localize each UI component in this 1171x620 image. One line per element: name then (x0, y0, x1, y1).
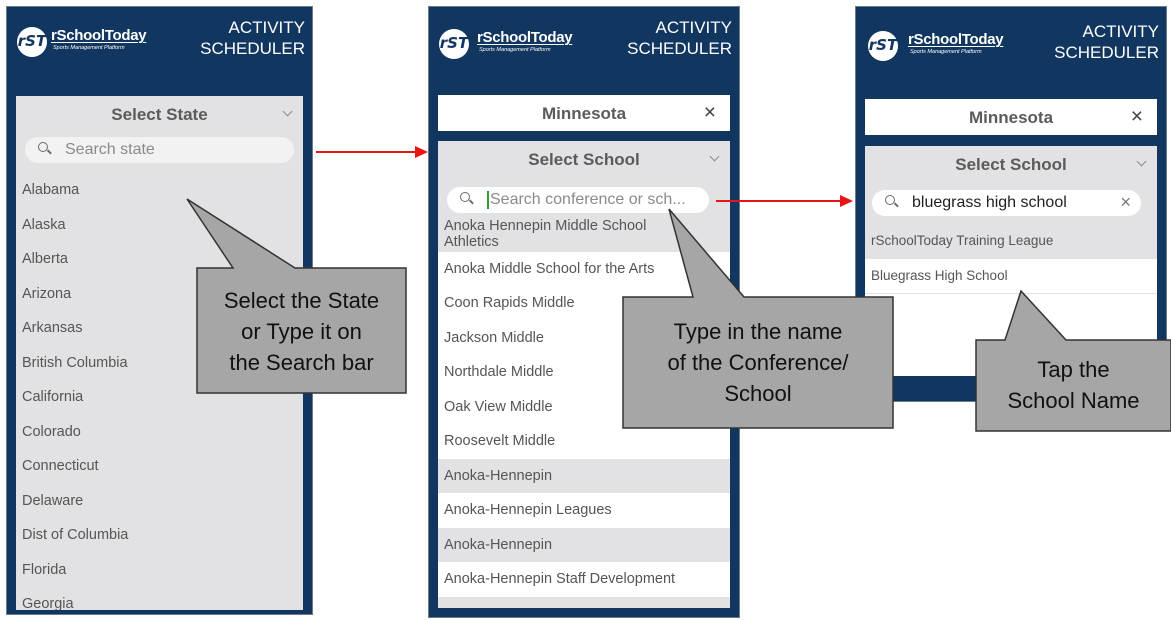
callout-shapes (186, 198, 1171, 432)
callout-tap-school-text: Tap the School Name (1007, 357, 1140, 413)
callout-type-school-text: Type in the name of the Conference/School (667, 319, 849, 406)
callout-select-state-text: Select the State or Type it on the Search … (223, 288, 380, 375)
